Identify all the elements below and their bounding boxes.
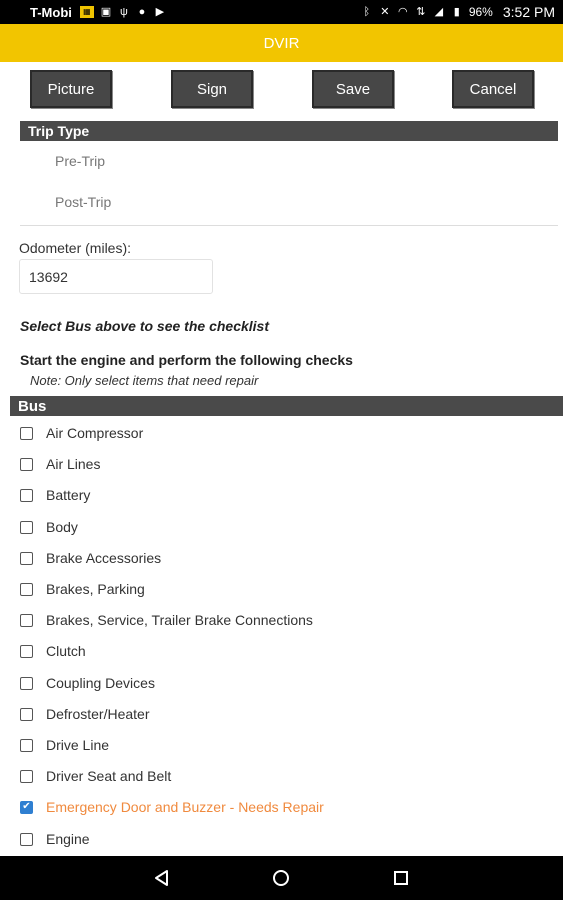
- checklist-item-label: Coupling Devices: [46, 675, 155, 691]
- checkbox[interactable]: [20, 707, 33, 721]
- battery-percent: 96%: [468, 5, 493, 19]
- checklist-item[interactable]: ✔ Emergency Door and Buzzer - Needs Repai…: [20, 795, 324, 819]
- checklist-item-label: Driver Seat and Belt: [46, 768, 172, 784]
- home-icon[interactable]: [271, 868, 291, 888]
- checkbox[interactable]: [20, 582, 33, 596]
- checkbox[interactable]: [20, 457, 33, 471]
- checkbox[interactable]: [20, 426, 33, 440]
- checklist-item[interactable]: Drive Line: [20, 733, 109, 757]
- checklist-item[interactable]: Coupling Devices: [20, 671, 155, 695]
- trip-type-header: Trip Type: [20, 121, 558, 141]
- checklist-item[interactable]: Battery: [20, 483, 90, 507]
- android-icon: ●: [138, 6, 146, 18]
- mute-icon: ✕: [380, 6, 390, 18]
- checklist-item-label: Brakes, Service, Trailer Brake Connectio…: [46, 612, 313, 628]
- checklist-item[interactable]: Brakes, Parking: [20, 577, 145, 601]
- repair-note: Note: Only select items that need repair: [30, 373, 259, 388]
- signal-icon: ◢: [434, 6, 444, 18]
- system-nav-bar: [0, 856, 563, 900]
- checklist-item[interactable]: Engine: [20, 827, 90, 851]
- app-bar: DVIR: [0, 24, 563, 62]
- checkbox[interactable]: [20, 488, 33, 502]
- wifi-icon: ◠: [398, 6, 408, 18]
- checklist-item[interactable]: Clutch: [20, 639, 86, 663]
- checkbox[interactable]: [20, 832, 33, 846]
- odometer-input[interactable]: [19, 259, 213, 294]
- divider: [20, 225, 558, 226]
- recents-icon[interactable]: [391, 868, 411, 888]
- bus-section-header: Bus: [10, 396, 563, 416]
- checkbox[interactable]: [20, 644, 33, 658]
- checkbox[interactable]: [20, 551, 33, 565]
- checklist-item[interactable]: Defroster/Heater: [20, 702, 149, 726]
- checkbox[interactable]: [20, 676, 33, 690]
- odometer-label: Odometer (miles):: [19, 240, 132, 256]
- trip-option-pre-trip[interactable]: Pre-Trip: [55, 153, 105, 169]
- checklist-item-label: Engine: [46, 831, 90, 847]
- checklist-item[interactable]: Air Lines: [20, 452, 100, 476]
- checks-instructions: Start the engine and perform the followi…: [20, 352, 353, 368]
- select-bus-note: Select Bus above to see the checklist: [20, 318, 269, 334]
- checklist-item-label: Battery: [46, 487, 91, 503]
- checklist-item-label: Body: [46, 519, 78, 535]
- checklist-item-label: Air Compressor: [46, 425, 144, 441]
- clock: 3:52 PM: [502, 4, 555, 20]
- checklist-item[interactable]: Air Compressor: [20, 421, 143, 445]
- checklist-item-label: Emergency Door and Buzzer - Needs Repair: [46, 799, 324, 815]
- save-button[interactable]: Save: [312, 70, 394, 108]
- back-icon[interactable]: [152, 868, 172, 888]
- checkbox-checked[interactable]: ✔: [20, 800, 33, 814]
- trip-option-post-trip[interactable]: Post-Trip: [55, 194, 111, 210]
- checklist-item[interactable]: Brake Accessories: [20, 546, 161, 570]
- checklist-item-label: Defroster/Heater: [46, 706, 150, 722]
- checkbox[interactable]: [20, 520, 33, 534]
- image-notification-icon: ▣: [100, 6, 112, 18]
- carrier-name: T-Mobi: [30, 4, 72, 20]
- data-transfer-icon: ⇅: [416, 6, 426, 18]
- checklist-item[interactable]: Driver Seat and Belt: [20, 764, 171, 788]
- cancel-button[interactable]: Cancel: [452, 70, 534, 108]
- sign-button[interactable]: Sign: [171, 70, 253, 108]
- checklist-item-label: Drive Line: [46, 737, 110, 753]
- checklist-item-label: Brake Accessories: [46, 550, 162, 566]
- checklist-item-label: Clutch: [46, 643, 86, 659]
- status-bar: T-Mobi ▦ ▣ ψ ● ▶ ᛒ ✕ ◠ ⇅ ◢ ▮ 96% 3:52 PM: [0, 0, 563, 24]
- battery-icon: ▮: [453, 6, 460, 18]
- action-toolbar: Picture Sign Save Cancel: [0, 62, 563, 116]
- status-left: T-Mobi ▦ ▣ ψ ● ▶: [30, 5, 166, 20]
- app-title: DVIR: [263, 34, 300, 52]
- checkbox[interactable]: [20, 769, 33, 783]
- checklist-item-label: Brakes, Parking: [46, 581, 145, 597]
- play-store-icon: ▶: [155, 6, 165, 18]
- picture-button[interactable]: Picture: [30, 70, 112, 108]
- checklist-item[interactable]: Body: [20, 515, 78, 539]
- status-right: ᛒ ✕ ◠ ⇅ ◢ ▮ 96% 3:52 PM: [361, 4, 555, 20]
- checkbox[interactable]: [20, 613, 33, 627]
- checkbox[interactable]: [20, 738, 33, 752]
- bluetooth-icon: ᛒ: [363, 6, 371, 18]
- checklist-item-label: Air Lines: [46, 456, 101, 472]
- checklist-item[interactable]: Brakes, Service, Trailer Brake Connectio…: [20, 608, 313, 632]
- notification-app-icon: ▦: [79, 6, 94, 18]
- usb-icon: ψ: [119, 6, 128, 18]
